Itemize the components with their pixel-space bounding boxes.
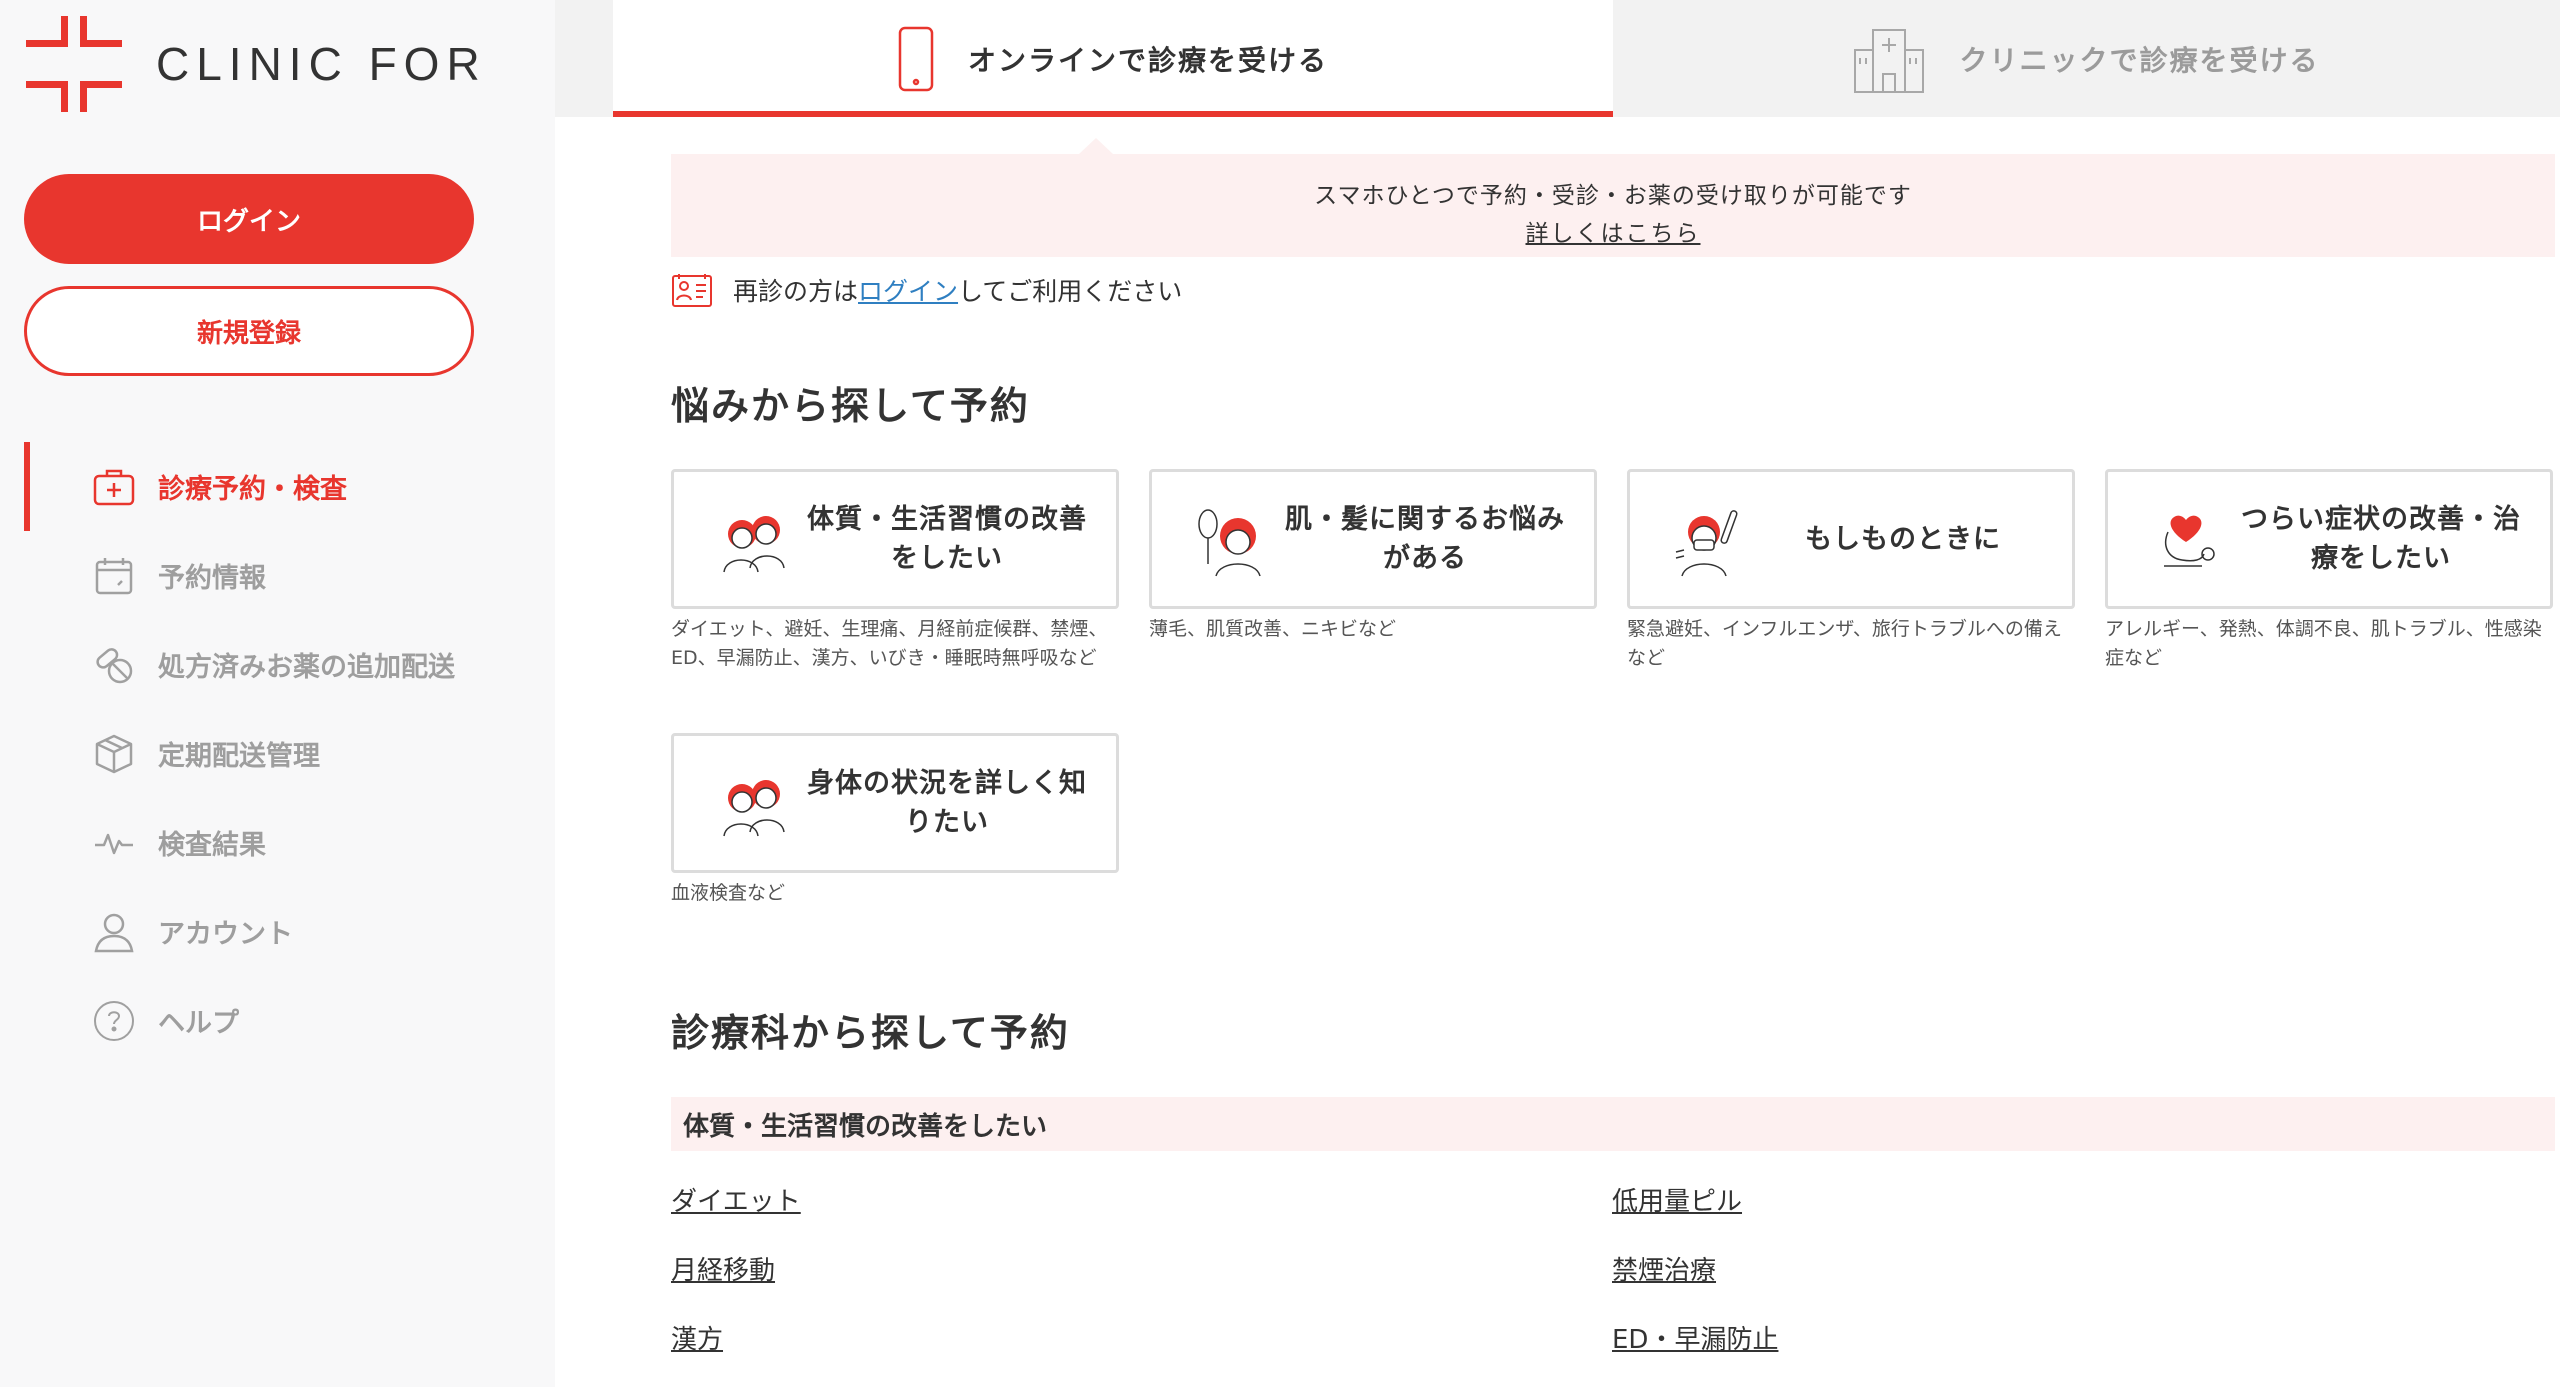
card-description: 緊急避妊、インフルエンザ、旅行トラブルへの備えなど <box>1627 618 2062 669</box>
nav-item-consultation[interactable]: 診療予約・検査 <box>0 442 555 531</box>
sidebar: CLINIC FOR ログイン 新規登録 診療予約・検査 予約情報 処方済みお薬… <box>0 0 555 1387</box>
nav-label: 予約情報 <box>158 563 266 594</box>
smartphone-icon <box>898 26 934 92</box>
concern-card-symptoms[interactable]: つらい症状の改善・治療をしたい <box>2105 469 2553 609</box>
department-link-ed[interactable]: ED・早漏防止 <box>1612 1319 1778 1356</box>
pulse-icon <box>90 819 138 867</box>
department-link-low-dose-pill[interactable]: 低用量ピル <box>1612 1181 1742 1218</box>
card-title: 肌・髪に関するお悩みがある <box>1285 504 1565 574</box>
notice-caret <box>1078 138 1114 155</box>
revisit-suffix: してご利用ください <box>958 277 1183 306</box>
department-link-smoking-cessation[interactable]: 禁煙治療 <box>1612 1250 1716 1287</box>
login-button[interactable]: ログイン <box>24 174 474 264</box>
nav-item-reservations[interactable]: 予約情報 <box>0 531 555 620</box>
tab-online[interactable]: オンラインで診療を受ける <box>613 0 1613 117</box>
two-people-icon <box>723 780 785 837</box>
brand-name: CLINIC FOR <box>156 38 487 90</box>
hospital-icon <box>1853 24 1925 94</box>
tab-clinic[interactable]: クリニックで診療を受ける <box>1613 0 2560 117</box>
card-description: 血液検査など <box>671 882 786 904</box>
card-title: 体質・生活習慣の改善をしたい <box>807 504 1087 574</box>
nav-label: アカウント <box>158 919 293 950</box>
sidebar-nav: 診療予約・検査 予約情報 処方済みお薬の追加配送 定期配送管理 検査結果 アカウ… <box>0 442 555 1065</box>
nav-label: 診療予約・検査 <box>158 474 347 505</box>
calendar-icon <box>90 552 138 600</box>
clinic-cross-logo-icon <box>26 16 122 112</box>
nav-item-help[interactable]: ヘルプ <box>0 976 555 1065</box>
concerns-section-title: 悩みから探して予約 <box>671 384 1030 428</box>
concern-card-health-check[interactable]: 身体の状況を詳しく知りたい <box>671 733 1119 873</box>
medical-kit-icon <box>90 463 138 511</box>
concern-card-skin-hair[interactable]: 肌・髪に関するお悩みがある <box>1149 469 1597 609</box>
notice-text: スマホひとつで予約・受診・お薬の受け取りが可能です <box>1314 183 1912 209</box>
pills-icon <box>90 641 138 689</box>
nav-item-account[interactable]: アカウント <box>0 887 555 976</box>
revisit-login-link[interactable]: ログイン <box>858 277 958 306</box>
info-notice: スマホひとつで予約・受診・お薬の受け取りが可能です 詳しくはこちら <box>671 154 2555 257</box>
tab-label: オンラインで診療を受ける <box>967 43 1328 77</box>
nav-item-subscription[interactable]: 定期配送管理 <box>0 709 555 798</box>
app-root: CLINIC FOR ログイン 新規登録 診療予約・検査 予約情報 処方済みお薬… <box>0 0 2560 1387</box>
card-title: つらい症状の改善・治療をしたい <box>2241 504 2521 574</box>
stethoscope-heart-icon <box>2164 515 2215 567</box>
card-description: 薄毛、肌質改善、ニキビなど <box>1149 618 1397 640</box>
nav-item-medicine-delivery[interactable]: 処方済みお薬の追加配送 <box>0 620 555 709</box>
card-description: ダイエット、避妊、生理痛、月経前症候群、禁煙、ED、早漏防止、漢方、いびき・睡眠… <box>671 618 1108 669</box>
nav-label: ヘルプ <box>158 1008 239 1039</box>
notice-details-link[interactable]: 詳しくはこちら <box>1526 214 1701 248</box>
nav-label: 定期配送管理 <box>158 741 320 772</box>
two-people-icon <box>723 516 785 573</box>
department-link-diet[interactable]: ダイエット <box>671 1181 801 1218</box>
help-icon <box>90 997 138 1045</box>
user-icon <box>90 908 138 956</box>
card-title: もしものときに <box>1805 523 2001 555</box>
box-icon <box>90 730 138 778</box>
card-description: アレルギー、発熱、体調不良、肌トラブル、性感染症など <box>2105 618 2542 669</box>
hair-mirror-icon <box>1198 509 1261 577</box>
patient-card-icon <box>672 274 712 307</box>
concern-card-lifestyle[interactable]: 体質・生活習慣の改善をしたい <box>671 469 1119 609</box>
card-title: 身体の状況を詳しく知りたい <box>807 768 1087 838</box>
departments-section-title: 診療科から探して予約 <box>671 1011 1070 1055</box>
department-link-kampo[interactable]: 漢方 <box>671 1319 723 1356</box>
tab-label: クリニックで診療を受ける <box>1959 43 2320 77</box>
logo[interactable]: CLINIC FOR <box>26 16 487 112</box>
department-link-period-shift[interactable]: 月経移動 <box>671 1250 775 1287</box>
revisit-prefix: 再診の方は <box>733 277 859 306</box>
revisit-text: 再診の方はログインしてご利用ください <box>733 272 1182 308</box>
mask-thermometer-icon <box>1675 510 1738 577</box>
consultation-tabs: オンラインで診療を受ける クリニックで診療を受ける <box>555 0 2560 117</box>
register-button[interactable]: 新規登録 <box>24 286 474 376</box>
concern-card-emergency[interactable]: もしものときに <box>1627 469 2075 609</box>
nav-label: 検査結果 <box>158 830 266 861</box>
revisit-message: 再診の方はログインしてご利用ください <box>671 270 1182 310</box>
nav-item-test-results[interactable]: 検査結果 <box>0 798 555 887</box>
department-group-header: 体質・生活習慣の改善をしたい <box>671 1097 2555 1151</box>
nav-label: 処方済みお薬の追加配送 <box>158 652 455 683</box>
